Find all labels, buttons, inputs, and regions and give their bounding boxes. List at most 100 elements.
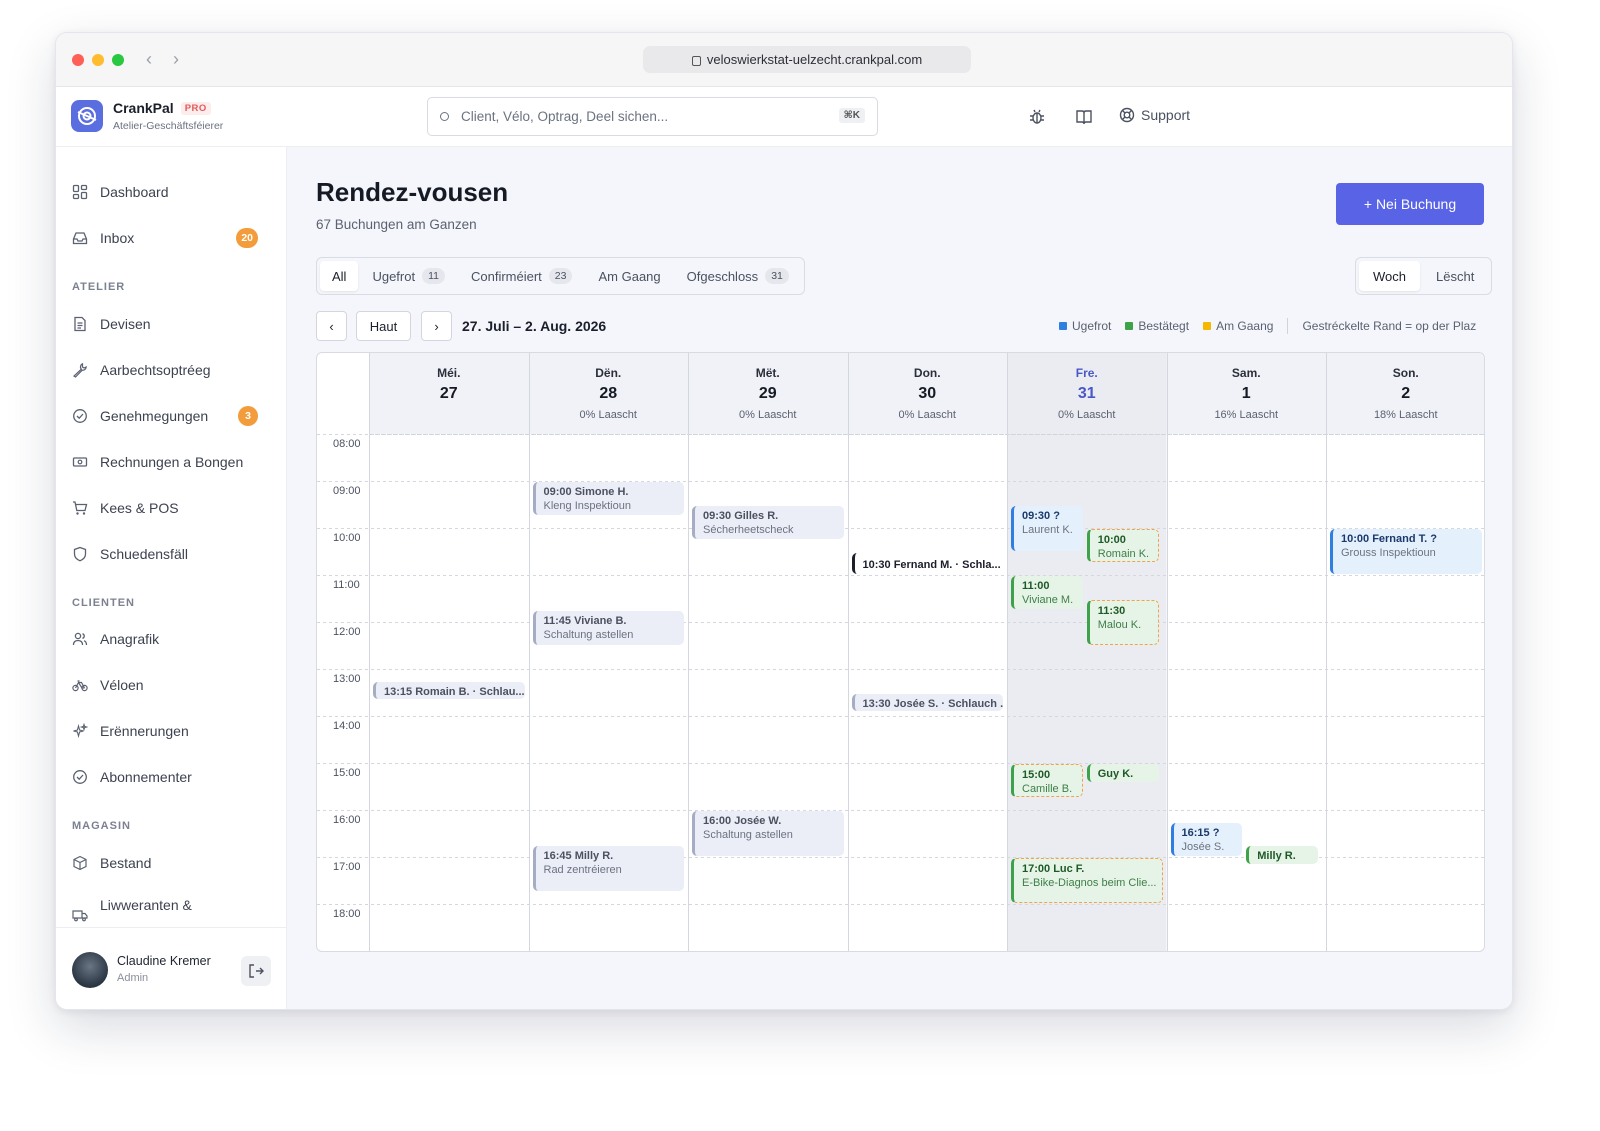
event-subtitle: Kleng Inspektioun [543, 500, 631, 512]
appointment-event[interactable]: Guy K. [1086, 764, 1159, 782]
search-input[interactable]: Client, Vélo, Optrag, Deel sichen... [461, 109, 668, 124]
sidebar-item-veloen[interactable]: Véloen [72, 670, 272, 700]
section-title-clienten: CLIENTEN [72, 597, 135, 609]
appointment-event[interactable]: 15:00 Camille B. [1011, 764, 1083, 798]
appointment-event[interactable]: 10:30 Fernand M. · Schla... [851, 552, 1003, 574]
sidebar-item-inbox[interactable]: Inbox 20 [72, 223, 272, 253]
sidebar-item-devisen[interactable]: Devisen [72, 309, 272, 339]
appointment-event[interactable]: 16:00 Josée W. Schaltung astellen [692, 811, 844, 856]
event-title: 15:00 [1022, 769, 1051, 781]
sidebar-item-label: Véloen [100, 677, 144, 693]
appointment-event[interactable]: 10:00 Romain K. [1086, 529, 1159, 563]
filter-confirmeiert[interactable]: Confirméiert 23 [459, 261, 584, 291]
appointment-event[interactable]: 11:30 Malou K. [1086, 599, 1159, 645]
sidebar-item-anagrafik[interactable]: Anagrafik [72, 624, 272, 654]
sidebar-item-schuedensfaell[interactable]: Schuedensfäll [72, 539, 272, 569]
forward-arrow-icon[interactable]: › [173, 49, 179, 70]
appointment-event[interactable]: 13:30 Josée S. · Schlauch ... [851, 693, 1003, 712]
grid-icon [72, 184, 88, 200]
sidebar-item-genehmegungen[interactable]: Genehmegungen 3 [72, 401, 272, 431]
close-window-button[interactable] [72, 54, 84, 66]
sidebar-item-kees-pos[interactable]: Kees & POS [72, 493, 272, 523]
hour-label: 10:00 [333, 532, 361, 544]
event-subtitle: Laurent K. [1022, 523, 1073, 536]
day-load: 0% Laascht [1058, 409, 1116, 421]
view-week-button[interactable]: Woch [1359, 261, 1420, 291]
users-icon [72, 632, 88, 646]
day-name: Dën. [595, 366, 622, 380]
appointment-event[interactable]: 17:00 Luc F. E-Bike-Diagnos beim Clie... [1011, 858, 1163, 903]
support-link[interactable]: Support [1119, 107, 1190, 123]
back-arrow-icon[interactable]: ‹ [146, 49, 152, 70]
appointment-event[interactable]: 09:00 Simone H. Kleng Inspektioun [532, 482, 684, 516]
appointment-event[interactable]: 11:45 Viviane B. Schaltung astellen [532, 611, 684, 645]
cart-icon [73, 501, 88, 515]
app-name: CrankPal [113, 100, 174, 116]
bug-icon[interactable] [1028, 108, 1046, 126]
sidebar-item-abonnementer[interactable]: Abonnementer [72, 762, 272, 792]
sidebar-item-dashboard[interactable]: Dashboard [72, 177, 272, 207]
sidebar-item-erennerungen[interactable]: Erënnerungen [72, 716, 272, 746]
next-week-button[interactable]: › [421, 311, 452, 341]
inbox-icon [72, 232, 88, 245]
filter-label: Ofgeschloss [686, 268, 759, 284]
global-search[interactable]: Client, Vélo, Optrag, Deel sichen... ⌘K [427, 97, 878, 136]
today-button[interactable]: Haut [356, 311, 411, 341]
day-header[interactable]: Son. 2 18% Laascht [1326, 353, 1484, 434]
appointment-event[interactable]: 10:00 Fernand T. ? Grouss Inspektioun [1330, 529, 1482, 574]
sidebar-item-rechnungen[interactable]: Rechnungen a Bongen [72, 447, 272, 477]
event-title: 13:15 Romain B. · Schlau... [384, 685, 525, 698]
book-icon[interactable] [1075, 108, 1093, 126]
page-subtitle: 67 Buchungen am Ganzen [316, 217, 477, 232]
section-title-atelier: ATELIER [72, 281, 126, 293]
minimize-window-button[interactable] [92, 54, 104, 66]
appointment-event[interactable]: 13:15 Romain B. · Schlau... [373, 681, 525, 700]
maximize-window-button[interactable] [112, 54, 124, 66]
day-number: 1 [1241, 385, 1251, 402]
sidebar-item-label: Devisen [100, 316, 151, 332]
day-header[interactable]: Mët. 29 0% Laascht [688, 353, 848, 434]
appointment-event[interactable]: 09:30 ? Laurent K. [1011, 505, 1083, 551]
sidebar-item-label: Genehmegungen [100, 408, 209, 424]
appointment-event[interactable]: 16:15 ? Josée S. [1170, 822, 1243, 856]
address-bar[interactable]: veloswierkstat-uelzecht.crankpal.com [643, 46, 971, 73]
app-brand: CrankPal PRO [113, 100, 211, 116]
box-icon [73, 855, 87, 871]
filter-all[interactable]: All [320, 261, 359, 291]
day-header[interactable]: Fre. 31 0% Laascht [1007, 353, 1167, 434]
day-number: 28 [599, 385, 618, 402]
crankpal-logo[interactable] [71, 100, 103, 132]
check-circle-icon [73, 409, 87, 423]
appointment-event[interactable]: 16:45 Milly R. Rad zentréieren [532, 846, 684, 892]
day-header[interactable]: Dën. 28 0% Laascht [529, 353, 689, 434]
day-name: Don. [913, 366, 941, 380]
bike-icon [72, 680, 88, 692]
prev-week-button[interactable]: ‹ [316, 311, 347, 341]
sidebar-item-aarbechtsoptreeg[interactable]: Aarbechtsoptréeg [72, 355, 272, 385]
sidebar-item-label: Kees & POS [100, 500, 179, 516]
filter-ugefrot[interactable]: Ugefrot 11 [360, 261, 457, 291]
day-header[interactable]: Don. 30 0% Laascht [848, 353, 1008, 434]
date-range: 27. Juli – 2. Aug. 2026 [462, 318, 607, 334]
event-subtitle: Sécherheetscheck [703, 523, 794, 536]
day-header[interactable]: Sam. 1 16% Laascht [1167, 353, 1327, 434]
appointment-event[interactable]: 11:00 Viviane M. [1011, 576, 1083, 610]
shield-icon [73, 546, 87, 562]
filter-ofgeschloss[interactable]: Ofgeschloss 31 [675, 261, 801, 291]
avatar[interactable] [72, 952, 108, 988]
logout-button[interactable] [241, 956, 271, 986]
event-subtitle: Schaltung astellen [543, 629, 634, 642]
support-label: Support [1141, 107, 1191, 123]
appointment-event[interactable]: Milly R. [1246, 846, 1318, 864]
hour-label: 18:00 [333, 908, 361, 920]
new-booking-button[interactable]: + Nei Buchung [1336, 183, 1484, 225]
day-header[interactable]: Méi. 27 [369, 353, 529, 434]
appointment-event[interactable]: 09:30 Gilles R. Sécherheetscheck [692, 505, 844, 539]
event-title: 16:45 Milly R. [543, 850, 614, 863]
event-subtitle: Schaltung astellen [703, 829, 793, 841]
view-list-button[interactable]: Lëscht [1422, 261, 1488, 291]
filter-am-gaang[interactable]: Am Gaang [586, 261, 672, 291]
event-title: 11:45 Viviane B. [543, 615, 627, 628]
sidebar-item-bestand[interactable]: Bestand [72, 848, 272, 878]
day-number: 2 [1401, 385, 1411, 402]
